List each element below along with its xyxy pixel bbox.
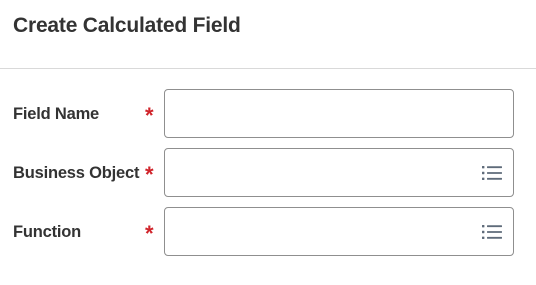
field-name-input-box[interactable] bbox=[164, 89, 514, 138]
required-indicator: * bbox=[145, 103, 154, 128]
list-icon[interactable] bbox=[482, 165, 502, 181]
field-name-input[interactable] bbox=[165, 90, 513, 137]
function-row: Function * bbox=[0, 207, 536, 257]
function-prompt[interactable] bbox=[164, 207, 514, 256]
business-object-input[interactable] bbox=[165, 149, 513, 196]
required-indicator: * bbox=[145, 221, 154, 246]
business-object-row: Business Object * bbox=[0, 148, 536, 198]
business-object-prompt[interactable] bbox=[164, 148, 514, 197]
function-input[interactable] bbox=[165, 208, 513, 255]
business-object-label: Business Object bbox=[13, 164, 140, 182]
field-name-label: Field Name bbox=[13, 105, 100, 123]
dialog-header: Create Calculated Field bbox=[0, 0, 536, 69]
list-icon[interactable] bbox=[482, 224, 502, 240]
function-label: Function bbox=[13, 223, 82, 241]
page-title: Create Calculated Field bbox=[13, 14, 241, 37]
field-name-row: Field Name * bbox=[0, 89, 536, 139]
required-indicator: * bbox=[145, 162, 154, 187]
